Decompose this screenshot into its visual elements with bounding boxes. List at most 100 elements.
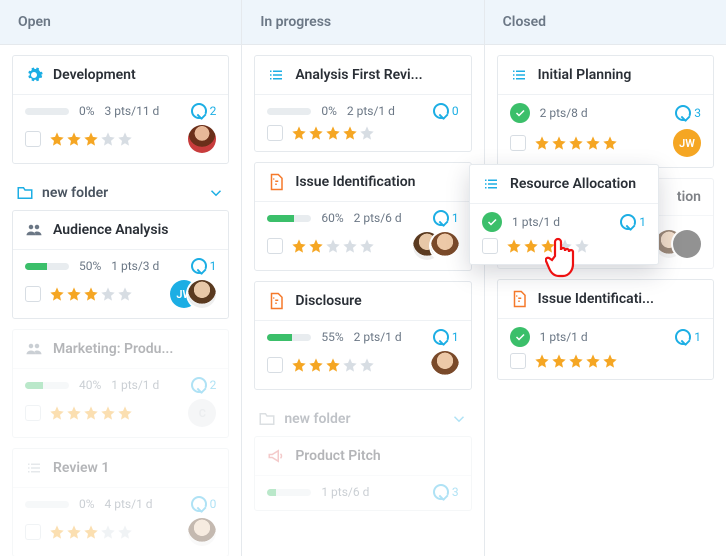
comments-badge[interactable]: 1 — [620, 214, 646, 230]
avatar — [188, 280, 216, 308]
meta-points: 1 pts/3 d — [111, 259, 159, 273]
checkbox[interactable] — [510, 135, 526, 151]
card-marketing[interactable]: Marketing: Produ... 40% 1 pts/1 d 2 — [12, 329, 229, 438]
card-title: Issue Identificati... — [538, 291, 654, 307]
checkbox[interactable] — [267, 238, 283, 254]
folder-new[interactable]: new folder — [12, 174, 229, 210]
checkbox[interactable] — [267, 357, 283, 373]
megaphone-icon — [267, 447, 285, 465]
checkbox[interactable] — [25, 131, 41, 147]
drag-card-resource-allocation[interactable]: Resource Allocation 1 pts/1 d 1 — [469, 164, 659, 265]
column-header-open: Open — [0, 0, 241, 45]
avatar[interactable]: C — [188, 399, 216, 427]
comments-badge[interactable]: 1 — [433, 329, 459, 345]
kanban-board: Open Development 0% 3 pts/11 d 2 — [0, 0, 726, 556]
progress-pct: 0% — [79, 104, 95, 118]
progress-bar — [267, 215, 311, 222]
avatar — [431, 232, 459, 260]
column-header-closed: Closed — [485, 0, 726, 45]
avatar[interactable] — [188, 125, 216, 153]
card-title: Audience Analysis — [53, 222, 168, 238]
star-rating[interactable] — [534, 135, 618, 151]
progress-pct: 0% — [321, 104, 337, 118]
comments-badge[interactable]: 1 — [675, 329, 701, 345]
meta-points: 2 pts/6 d — [354, 211, 402, 225]
comments-badge[interactable]: 2 — [191, 103, 217, 119]
folder-icon — [16, 184, 34, 202]
card-audience-analysis[interactable]: Audience Analysis 50% 1 pts/3 d 1 — [12, 210, 229, 319]
people-icon — [25, 221, 43, 239]
star-rating[interactable] — [506, 238, 590, 254]
avatar-stack[interactable] — [665, 230, 701, 258]
progress-bar — [25, 108, 69, 115]
doc-icon — [510, 290, 528, 308]
comment-icon — [675, 329, 691, 345]
chevron-down-icon[interactable] — [450, 410, 468, 428]
card-issue-identification-2[interactable]: Issue Identificati... 1 pts/1 d 1 — [497, 279, 714, 380]
checkbox[interactable] — [25, 286, 41, 302]
checkbox[interactable] — [25, 405, 41, 421]
card-title: Initial Planning — [538, 67, 632, 83]
comments-badge[interactable]: 1 — [433, 210, 459, 226]
comment-icon — [191, 377, 207, 393]
column-body-open: Development 0% 3 pts/11 d 2 — [0, 45, 241, 556]
avatar-stack[interactable]: JW — [180, 280, 216, 308]
star-rating[interactable] — [49, 131, 133, 147]
folder-label: new folder — [42, 185, 108, 201]
comments-badge[interactable]: 1 — [191, 258, 217, 274]
avatar[interactable] — [188, 518, 216, 546]
comments-badge[interactable]: 3 — [433, 484, 459, 500]
checkbox[interactable] — [510, 353, 526, 369]
progress-pct: 50% — [79, 259, 101, 273]
check-done-icon — [482, 212, 502, 232]
progress-bar — [25, 382, 69, 389]
avatar-stack[interactable] — [423, 232, 459, 260]
list-icon — [25, 459, 43, 477]
avatar[interactable]: JW — [673, 129, 701, 157]
card-title: Disclosure — [295, 293, 361, 309]
star-rating[interactable] — [534, 353, 618, 369]
column-open: Open Development 0% 3 pts/11 d 2 — [0, 0, 242, 556]
card-title: Resource Allocation — [510, 176, 636, 192]
avatar[interactable] — [431, 351, 459, 379]
comments-badge[interactable]: 0 — [191, 496, 217, 512]
comment-icon — [433, 103, 449, 119]
checkbox[interactable] — [482, 238, 498, 254]
star-rating[interactable] — [49, 524, 133, 540]
comment-icon — [433, 484, 449, 500]
comment-icon — [433, 210, 449, 226]
card-product-pitch[interactable]: Product Pitch 1 pts/6 d 3 — [254, 436, 471, 511]
progress-bar — [25, 263, 69, 270]
progress-pct: 40% — [79, 378, 101, 392]
folder-label: new folder — [284, 411, 350, 427]
card-issue-identification[interactable]: Issue Identification 60% 2 pts/6 d 1 — [254, 162, 471, 271]
star-rating[interactable] — [291, 357, 375, 373]
list-icon — [267, 66, 285, 84]
checkbox[interactable] — [25, 524, 41, 540]
card-development[interactable]: Development 0% 3 pts/11 d 2 — [12, 55, 229, 164]
comments-badge[interactable]: 0 — [433, 103, 459, 119]
folder-icon — [258, 410, 276, 428]
card-analysis-first-review[interactable]: Analysis First Revi... 0% 2 pts/1 d 0 — [254, 55, 471, 152]
card-disclosure[interactable]: Disclosure 55% 2 pts/1 d 1 — [254, 281, 471, 390]
column-closed: Closed Initial Planning 2 pts/8 d 3 — [485, 0, 726, 556]
card-title: Analysis First Revi... — [295, 67, 422, 83]
card-title: Product Pitch — [295, 448, 380, 464]
meta-points: 4 pts/1 d — [105, 497, 153, 511]
card-review-1[interactable]: Review 1 0% 4 pts/1 d 0 — [12, 448, 229, 556]
star-rating[interactable] — [291, 238, 375, 254]
star-rating[interactable] — [49, 405, 133, 421]
star-rating[interactable] — [49, 286, 133, 302]
chevron-down-icon[interactable] — [207, 184, 225, 202]
checkbox[interactable] — [267, 125, 283, 141]
card-initial-planning[interactable]: Initial Planning 2 pts/8 d 3 JW — [497, 55, 714, 168]
star-rating[interactable] — [291, 125, 375, 141]
comment-icon — [191, 496, 207, 512]
comments-badge[interactable]: 3 — [675, 105, 701, 121]
comment-icon — [191, 258, 207, 274]
comment-icon — [620, 214, 636, 230]
folder-new-2[interactable]: new folder — [254, 400, 471, 436]
comments-badge[interactable]: 2 — [191, 377, 217, 393]
meta-points: 1 pts/1 d — [512, 215, 560, 229]
meta-points: 1 pts/6 d — [321, 485, 369, 499]
